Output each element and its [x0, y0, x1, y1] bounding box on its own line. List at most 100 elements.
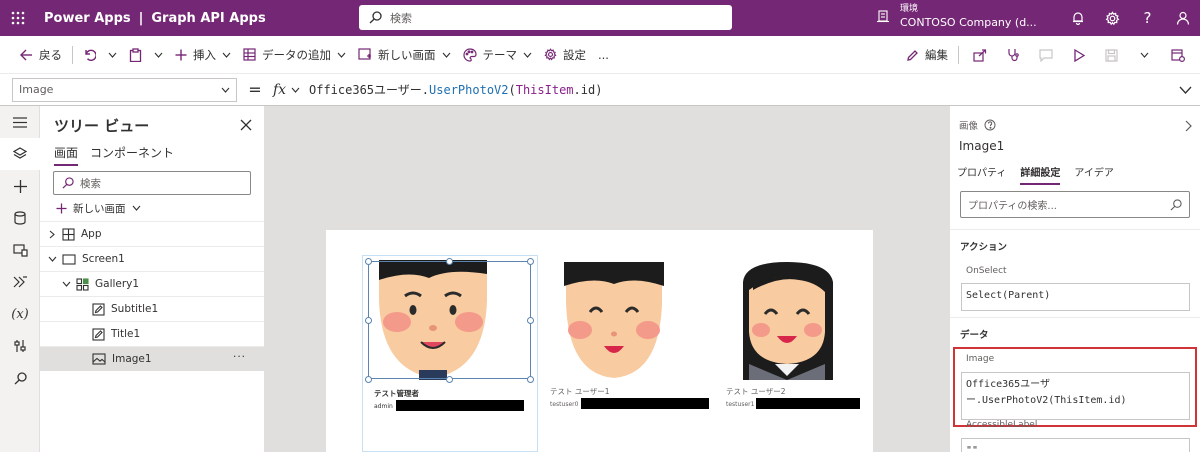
tree-node-screen1[interactable]: Screen1: [40, 246, 264, 271]
theme-button[interactable]: テーマ: [457, 36, 539, 74]
account-icon[interactable]: [1165, 0, 1200, 36]
accessible-label-label: AccessibleLabel: [966, 420, 1038, 430]
data-cylinder-icon[interactable]: [0, 202, 40, 234]
formula-rest: .id): [573, 83, 603, 97]
formula-paren: (: [508, 83, 516, 97]
gallery-item-title[interactable]: テスト管理者: [374, 388, 419, 399]
equals-sign: =: [248, 80, 262, 99]
insert-button[interactable]: 挿入: [169, 36, 237, 74]
tree-node-gallery1[interactable]: Gallery1: [40, 271, 264, 296]
global-search-input[interactable]: 検索: [359, 5, 732, 30]
app-checker-stethoscope-icon[interactable]: [996, 48, 1029, 62]
edit-label: 編集: [925, 48, 948, 62]
accessible-label-input[interactable]: "": [961, 438, 1190, 452]
settings-button[interactable]: 設定: [538, 36, 592, 74]
onselect-input[interactable]: Select(Parent): [961, 283, 1190, 311]
gallery-item-subtitle[interactable]: testuser1: [726, 401, 754, 408]
publish-icon[interactable]: [1161, 48, 1194, 62]
hamburger-menu-icon[interactable]: [0, 106, 40, 138]
add-data-button[interactable]: データの追加: [237, 36, 352, 74]
resize-handle[interactable]: [365, 317, 372, 324]
gallery-item-subtitle[interactable]: admin: [374, 403, 393, 410]
resize-handle[interactable]: [365, 376, 372, 383]
preview-play-icon[interactable]: [1062, 48, 1095, 62]
resize-handle[interactable]: [527, 258, 534, 265]
property-dropdown[interactable]: Image: [12, 77, 237, 102]
variables-icon[interactable]: (𝑥): [0, 298, 40, 330]
control-type-label: 画像: [959, 121, 979, 132]
new-screen-button[interactable]: 新しい画面: [352, 36, 457, 74]
chevron-down-icon: [291, 87, 300, 93]
gallery-item-3[interactable]: [739, 262, 835, 380]
insert-plus-icon[interactable]: [0, 170, 40, 202]
tab-screens[interactable]: 画面: [54, 144, 79, 166]
resize-handle[interactable]: [527, 317, 534, 324]
advanced-tools-icon[interactable]: [0, 330, 40, 362]
tree-search-placeholder: 検索: [80, 177, 101, 190]
product-name[interactable]: Power Apps: [44, 11, 131, 26]
chevron-right-icon[interactable]: [46, 230, 58, 239]
formula-input[interactable]: Office365ユーザー.UserPhotoV2(ThisItem.id): [309, 81, 1170, 98]
resize-handle[interactable]: [527, 376, 534, 383]
formula-bar: Image = fx Office365ユーザー.UserPhotoV2(Thi…: [0, 74, 1200, 106]
resize-handle[interactable]: [365, 258, 372, 265]
search-icon: [369, 11, 382, 24]
property-search-placeholder: プロパティの検索...: [968, 201, 1057, 212]
chevron-down-icon[interactable]: [60, 281, 72, 287]
tree-node-app[interactable]: App: [40, 221, 264, 246]
tree-search-input[interactable]: 検索: [53, 171, 251, 195]
notification-icon[interactable]: [1060, 0, 1095, 36]
tree-node-subtitle1[interactable]: Subtitle1: [40, 296, 264, 321]
section-data: データ: [950, 317, 1200, 343]
back-button[interactable]: 戻る: [14, 36, 68, 74]
app-launcher-icon[interactable]: [0, 0, 36, 36]
chevron-down-icon[interactable]: [46, 256, 58, 262]
tab-properties[interactable]: プロパティ: [957, 164, 1006, 185]
tab-advanced[interactable]: 詳細設定: [1020, 164, 1061, 185]
chevron-right-icon[interactable]: [1185, 120, 1192, 132]
plus-icon: [175, 49, 187, 60]
design-canvas[interactable]: テスト管理者 admin テスト ユーザー1 testuser0 テスト ユーザ…: [265, 106, 949, 452]
user-photo-image[interactable]: [739, 262, 835, 380]
resize-handle[interactable]: [446, 376, 453, 383]
edit-button[interactable]: 編集: [900, 36, 954, 74]
expand-formula-bar-button[interactable]: [1170, 86, 1200, 94]
more-commands-button[interactable]: ...: [592, 36, 615, 74]
share-icon[interactable]: [963, 48, 996, 62]
theme-label: テーマ: [482, 47, 518, 62]
chevron-down-icon[interactable]: [108, 52, 117, 58]
tree-node-title1[interactable]: Title1: [40, 321, 264, 346]
gallery-item-title[interactable]: テスト ユーザー1: [550, 386, 610, 397]
user-photo-image[interactable]: [564, 262, 664, 380]
tab-components[interactable]: コンポーネント: [90, 144, 174, 166]
tree-view-layers-icon[interactable]: [0, 138, 40, 170]
search-icon[interactable]: [0, 362, 40, 394]
undo-button[interactable]: [77, 36, 123, 74]
screen1-canvas[interactable]: テスト管理者 admin テスト ユーザー1 testuser0 テスト ユーザ…: [326, 230, 873, 452]
chevron-down-icon[interactable]: [154, 52, 163, 58]
chevron-down-icon[interactable]: [1128, 52, 1161, 58]
paste-button[interactable]: [123, 36, 169, 74]
close-icon[interactable]: [240, 119, 252, 131]
gallery-item-title[interactable]: テスト ユーザー2: [726, 386, 786, 397]
settings-label: 設定: [563, 47, 586, 62]
fx-icon: fx: [273, 81, 287, 98]
help-circle-icon[interactable]: [984, 119, 996, 131]
gallery-item-2[interactable]: [564, 262, 664, 380]
tree-node-image1[interactable]: Image1 ···: [40, 346, 264, 371]
resize-handle[interactable]: [446, 258, 453, 265]
tab-ideas[interactable]: アイデア: [1074, 164, 1114, 185]
function-picker-button[interactable]: fx: [273, 82, 309, 98]
help-icon[interactable]: ?: [1130, 0, 1165, 36]
settings-gear-icon[interactable]: [1095, 0, 1130, 36]
chevron-down-icon: [132, 205, 140, 211]
tree-new-screen-button[interactable]: 新しい画面: [40, 195, 264, 221]
power-automate-icon[interactable]: [0, 266, 40, 298]
chevron-down-icon: [221, 87, 230, 93]
property-search-input[interactable]: プロパティの検索...: [960, 191, 1190, 218]
environment-picker[interactable]: 環境 CONTOSO Company (d...: [876, 3, 1037, 29]
gallery-item-subtitle[interactable]: testuser0: [550, 401, 578, 408]
media-icon[interactable]: [0, 234, 40, 266]
tree-node-label: Screen1: [82, 253, 125, 265]
more-options-button[interactable]: ···: [233, 351, 246, 363]
